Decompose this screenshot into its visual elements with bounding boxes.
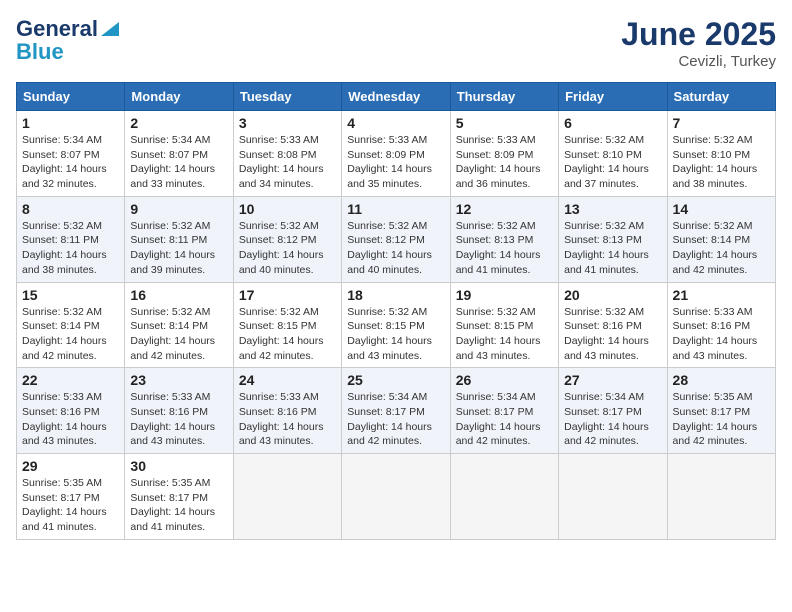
header-thursday: Thursday bbox=[450, 83, 558, 111]
table-row: 15Sunrise: 5:32 AM Sunset: 8:14 PM Dayli… bbox=[17, 282, 125, 368]
header-friday: Friday bbox=[559, 83, 667, 111]
table-row: 5Sunrise: 5:33 AM Sunset: 8:09 PM Daylig… bbox=[450, 111, 558, 197]
header-wednesday: Wednesday bbox=[342, 83, 450, 111]
calendar-header-row: Sunday Monday Tuesday Wednesday Thursday… bbox=[17, 83, 776, 111]
logo-icon bbox=[101, 18, 119, 36]
location-subtitle: Cevizli, Turkey bbox=[621, 53, 776, 70]
calendar-table: Sunday Monday Tuesday Wednesday Thursday… bbox=[16, 82, 776, 540]
table-row bbox=[342, 454, 450, 540]
page-header: General Blue June 2025 Cevizli, Turkey bbox=[16, 16, 776, 70]
table-row: 30Sunrise: 5:35 AM Sunset: 8:17 PM Dayli… bbox=[125, 454, 233, 540]
table-row: 27Sunrise: 5:34 AM Sunset: 8:17 PM Dayli… bbox=[559, 368, 667, 454]
logo-text-general: General bbox=[16, 18, 98, 40]
header-saturday: Saturday bbox=[667, 83, 775, 111]
table-row: 20Sunrise: 5:32 AM Sunset: 8:16 PM Dayli… bbox=[559, 282, 667, 368]
table-row: 9Sunrise: 5:32 AM Sunset: 8:11 PM Daylig… bbox=[125, 196, 233, 282]
table-row: 18Sunrise: 5:32 AM Sunset: 8:15 PM Dayli… bbox=[342, 282, 450, 368]
table-row: 7Sunrise: 5:32 AM Sunset: 8:10 PM Daylig… bbox=[667, 111, 775, 197]
table-row: 25Sunrise: 5:34 AM Sunset: 8:17 PM Dayli… bbox=[342, 368, 450, 454]
table-row: 10Sunrise: 5:32 AM Sunset: 8:12 PM Dayli… bbox=[233, 196, 341, 282]
table-row bbox=[233, 454, 341, 540]
header-tuesday: Tuesday bbox=[233, 83, 341, 111]
table-row: 11Sunrise: 5:32 AM Sunset: 8:12 PM Dayli… bbox=[342, 196, 450, 282]
header-monday: Monday bbox=[125, 83, 233, 111]
table-row: 17Sunrise: 5:32 AM Sunset: 8:15 PM Dayli… bbox=[233, 282, 341, 368]
logo-text-blue: Blue bbox=[16, 41, 64, 63]
table-row: 21Sunrise: 5:33 AM Sunset: 8:16 PM Dayli… bbox=[667, 282, 775, 368]
table-row: 8Sunrise: 5:32 AM Sunset: 8:11 PM Daylig… bbox=[17, 196, 125, 282]
table-row: 22Sunrise: 5:33 AM Sunset: 8:16 PM Dayli… bbox=[17, 368, 125, 454]
table-row bbox=[450, 454, 558, 540]
title-section: June 2025 Cevizli, Turkey bbox=[621, 16, 776, 70]
table-row: 2Sunrise: 5:34 AM Sunset: 8:07 PM Daylig… bbox=[125, 111, 233, 197]
table-row: 19Sunrise: 5:32 AM Sunset: 8:15 PM Dayli… bbox=[450, 282, 558, 368]
table-row: 14Sunrise: 5:32 AM Sunset: 8:14 PM Dayli… bbox=[667, 196, 775, 282]
table-row bbox=[559, 454, 667, 540]
table-row: 23Sunrise: 5:33 AM Sunset: 8:16 PM Dayli… bbox=[125, 368, 233, 454]
table-row: 29Sunrise: 5:35 AM Sunset: 8:17 PM Dayli… bbox=[17, 454, 125, 540]
table-row: 16Sunrise: 5:32 AM Sunset: 8:14 PM Dayli… bbox=[125, 282, 233, 368]
table-row: 24Sunrise: 5:33 AM Sunset: 8:16 PM Dayli… bbox=[233, 368, 341, 454]
table-row: 12Sunrise: 5:32 AM Sunset: 8:13 PM Dayli… bbox=[450, 196, 558, 282]
table-row: 26Sunrise: 5:34 AM Sunset: 8:17 PM Dayli… bbox=[450, 368, 558, 454]
table-row: 6Sunrise: 5:32 AM Sunset: 8:10 PM Daylig… bbox=[559, 111, 667, 197]
header-sunday: Sunday bbox=[17, 83, 125, 111]
table-row bbox=[667, 454, 775, 540]
table-row: 1Sunrise: 5:34 AM Sunset: 8:07 PM Daylig… bbox=[17, 111, 125, 197]
logo: General Blue bbox=[16, 16, 119, 63]
month-title: June 2025 bbox=[621, 16, 776, 53]
table-row: 4Sunrise: 5:33 AM Sunset: 8:09 PM Daylig… bbox=[342, 111, 450, 197]
table-row: 13Sunrise: 5:32 AM Sunset: 8:13 PM Dayli… bbox=[559, 196, 667, 282]
table-row: 28Sunrise: 5:35 AM Sunset: 8:17 PM Dayli… bbox=[667, 368, 775, 454]
table-row: 3Sunrise: 5:33 AM Sunset: 8:08 PM Daylig… bbox=[233, 111, 341, 197]
